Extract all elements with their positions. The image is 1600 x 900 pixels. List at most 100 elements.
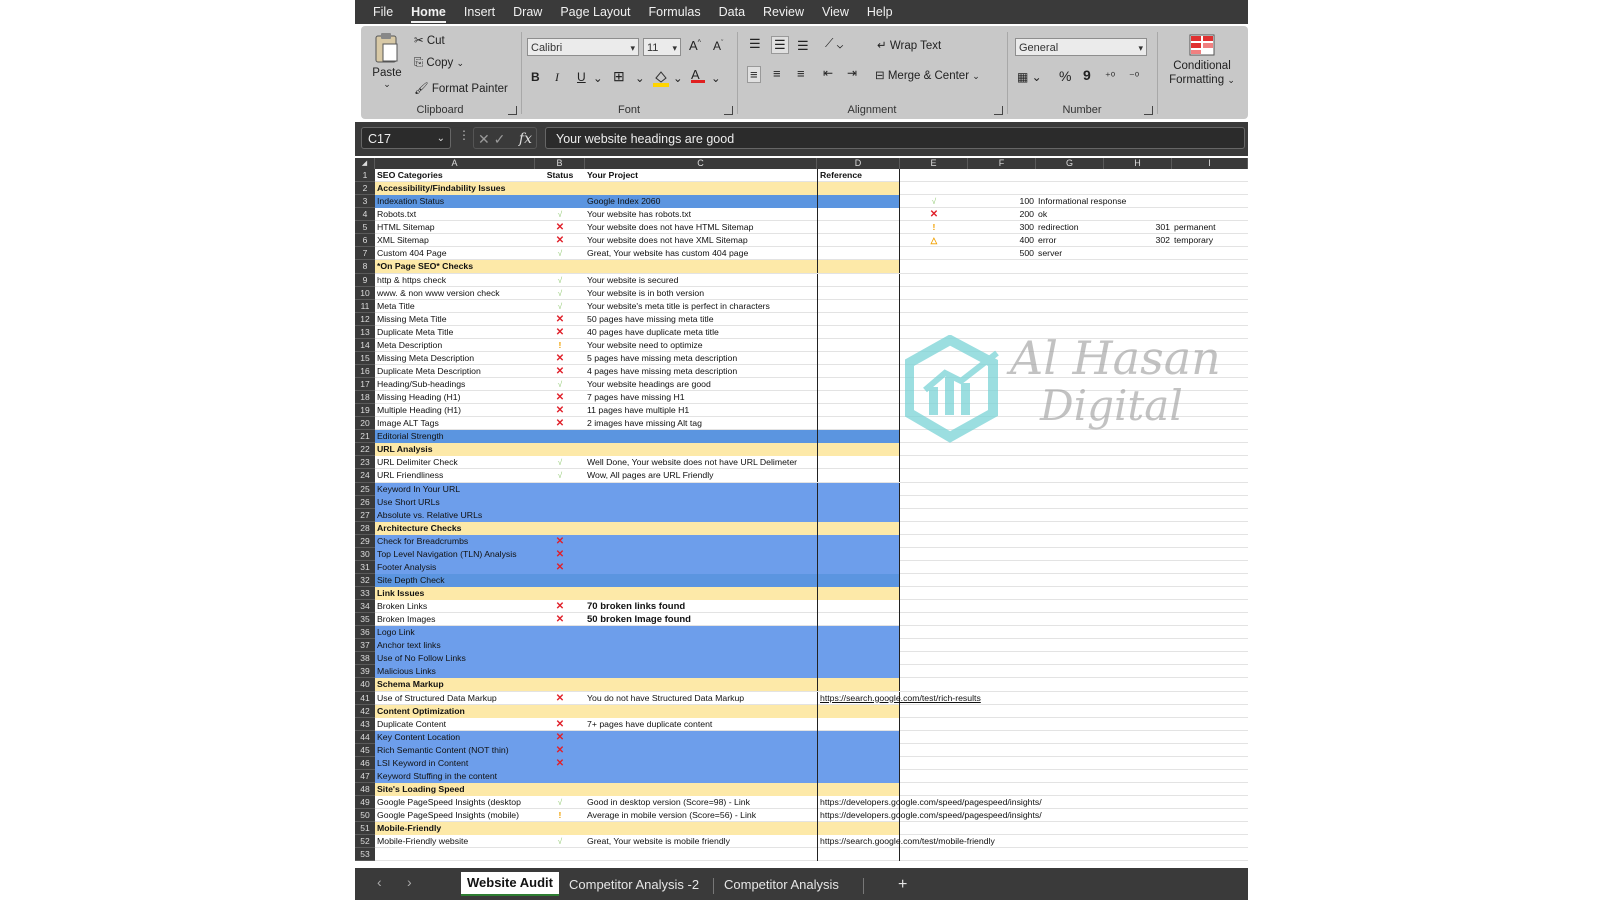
cell-c-43[interactable]: 7+ pages have duplicate content [585,718,817,731]
cell-i-12[interactable] [1172,313,1248,326]
cell-h-45[interactable] [1104,744,1172,757]
cell-g-43[interactable] [1036,718,1104,731]
cell-c-27[interactable] [585,508,817,522]
cell-e-43[interactable] [900,718,968,731]
cell-d-49[interactable]: https://developers.google.com/speed/page… [817,796,1042,809]
cancel-icon[interactable]: ✕ [478,131,490,147]
cell-h-6[interactable]: 302 [1104,234,1172,247]
align-left-icon[interactable]: ≡ [747,66,761,83]
cell-c-15[interactable]: 5 pages have missing meta description [585,352,817,365]
cell-f-49[interactable] [968,796,1036,809]
row-header[interactable]: 9 [355,274,375,287]
cell-d-11[interactable] [817,299,900,313]
menu-page-layout[interactable]: Page Layout [560,0,630,24]
cell-i-41[interactable] [1172,692,1248,705]
cell-e-8[interactable] [900,260,968,273]
cell-c-39[interactable] [585,665,817,679]
cell-f-48[interactable] [968,783,1036,796]
row-header[interactable]: 18 [355,391,375,405]
decrease-indent-icon[interactable]: ⇤ [823,66,833,80]
cell-b-38[interactable] [535,652,585,666]
cell-i-7[interactable] [1172,247,1248,260]
chevron-left-icon[interactable]: ‹ [377,874,382,890]
cell-g-25[interactable] [1036,483,1104,496]
cell-h-38[interactable] [1104,652,1172,665]
cell-i-9[interactable] [1172,274,1248,287]
cell-g-26[interactable] [1036,496,1104,509]
cell-h-51[interactable] [1104,822,1172,835]
cell-f-34[interactable] [968,600,1036,613]
cell-e-24[interactable] [900,469,968,482]
cell-c-8[interactable] [585,260,817,274]
cell-b-27[interactable] [535,508,585,522]
cell-d-48[interactable] [817,782,900,796]
row-header[interactable]: 51 [355,822,375,836]
cell-i-48[interactable] [1172,783,1248,796]
merge-center-button[interactable]: ⊟ Merge & Center ⌄ [875,68,980,82]
cell-c-42[interactable] [585,704,817,718]
cell-a-42[interactable]: Content Optimization [375,704,535,718]
cell-e-31[interactable] [900,561,968,574]
cell-b-18[interactable]: ✕ [535,391,585,404]
row-header[interactable]: 21 [355,430,375,444]
cell-e-7[interactable] [900,247,968,260]
row-header[interactable]: 14 [355,339,375,352]
cell-f-11[interactable] [968,300,1036,313]
cell-i-6[interactable]: temporary [1172,234,1248,247]
cell-d-25[interactable] [817,482,900,496]
cell-d-17[interactable] [817,378,900,391]
row-header[interactable]: 27 [355,509,375,522]
cell-a-3[interactable]: Indexation Status [375,195,535,209]
cell-c-52[interactable]: Great, Your website is mobile friendly [585,835,817,848]
cell-a-53[interactable] [375,848,535,861]
row-header[interactable]: 29 [355,535,375,548]
cell-a-32[interactable]: Site Depth Check [375,573,535,587]
cell-f-40[interactable] [968,678,1036,691]
cell-h-52[interactable] [1104,835,1172,848]
cell-b-15[interactable]: ✕ [535,352,585,365]
cell-c-10[interactable]: Your website is in both version [585,287,817,300]
cell-f-47[interactable] [968,770,1036,783]
cell-i-28[interactable] [1172,522,1248,535]
font-name-select[interactable]: Calibri ▾ [527,38,639,56]
cell-i-43[interactable] [1172,718,1248,731]
cell-d-30[interactable] [817,547,900,561]
cell-e-28[interactable] [900,522,968,535]
row-header[interactable]: 5 [355,221,375,235]
cell-c-16[interactable]: 4 pages have missing meta description [585,365,817,378]
cell-h-48[interactable] [1104,783,1172,796]
row-header[interactable]: 15 [355,352,375,365]
cell-g-3[interactable]: Informational response [1036,195,1126,208]
cell-b-37[interactable] [535,639,585,653]
row-header[interactable]: 12 [355,313,375,326]
cell-i-23[interactable] [1172,456,1248,469]
row-header[interactable]: 22 [355,443,375,457]
cell-d-47[interactable] [817,769,900,783]
row-header[interactable]: 39 [355,665,375,679]
cell-a-39[interactable]: Malicious Links [375,665,535,679]
cell-a-5[interactable]: HTML Sitemap [375,221,535,234]
row-header[interactable]: 50 [355,809,375,823]
cell-g-12[interactable] [1036,313,1104,326]
cell-i-1[interactable] [1172,169,1248,182]
cell-c-6[interactable]: Your website does not have XML Sitemap [585,234,817,247]
cell-c-50[interactable]: Average in mobile version (Score=56) - L… [585,809,817,822]
cell-b-35[interactable]: ✕ [535,613,585,626]
cell-i-31[interactable] [1172,561,1248,574]
cell-e-53[interactable] [900,848,968,861]
cell-g-23[interactable] [1036,456,1104,469]
cell-f-36[interactable] [968,626,1036,639]
cell-f-27[interactable] [968,509,1036,522]
cell-e-32[interactable] [900,574,968,587]
row-header[interactable]: 24 [355,469,375,483]
cell-f-42[interactable] [968,705,1036,718]
cell-a-14[interactable]: Meta Description [375,339,535,352]
cell-b-9[interactable]: √ [535,274,585,287]
cell-d-2[interactable] [817,182,900,196]
cell-a-27[interactable]: Absolute vs. Relative URLs [375,508,535,522]
menu-insert[interactable]: Insert [464,0,495,24]
cell-i-26[interactable] [1172,496,1248,509]
menu-formulas[interactable]: Formulas [649,0,701,24]
cell-i-24[interactable] [1172,469,1248,482]
cell-a-38[interactable]: Use of No Follow Links [375,652,535,666]
